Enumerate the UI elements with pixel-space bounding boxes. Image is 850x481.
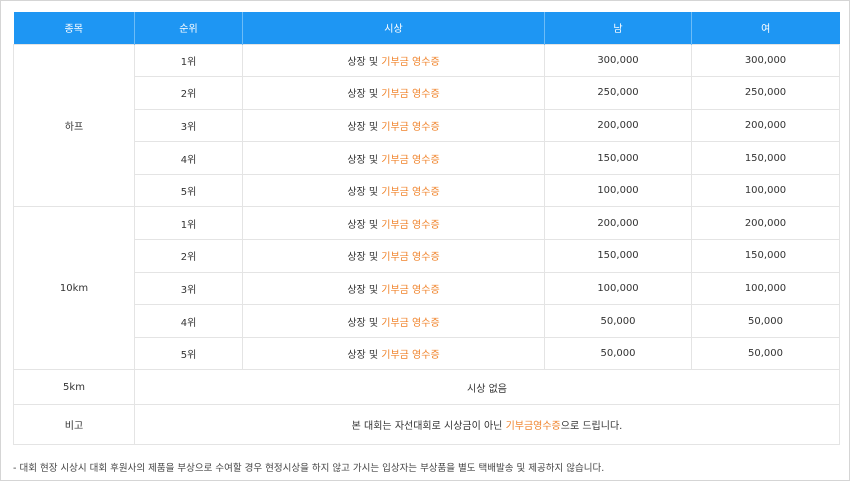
- female-prize: 150,000: [691, 239, 840, 273]
- female-prize: 150,000: [691, 141, 840, 175]
- rank-cell: 1위: [134, 43, 243, 78]
- header-award: 시상: [242, 12, 545, 44]
- award-highlight: 기부금 영수증: [381, 219, 440, 231]
- table-row: 5km 시상 없음: [13, 369, 840, 406]
- award-prefix: 상장 및: [347, 56, 379, 68]
- table-row: 3위 상장 및 기부금 영수증 200,000 200,000: [14, 108, 840, 143]
- female-prize: 250,000: [691, 76, 840, 110]
- award-cell: 상장 및 기부금 영수증: [242, 141, 545, 175]
- table-row: 10km 1위 상장 및 기부금 영수증 200,000 200,000: [13, 206, 840, 371]
- note-text: 본 대회는 자선대회로 시상금이 아닌 기부금영수증으로 드립니다.: [134, 404, 840, 446]
- rank-cell: 1위: [134, 206, 243, 241]
- male-prize: 100,000: [544, 173, 692, 208]
- award-highlight: 기부금 영수증: [381, 317, 440, 329]
- award-cell: 상장 및 기부금 영수증: [242, 76, 545, 110]
- male-prize: 150,000: [544, 141, 692, 175]
- award-cell: 상장 및 기부금 영수증: [242, 271, 545, 306]
- rank-cell: 5위: [134, 173, 243, 208]
- rank-cell: 5위: [134, 336, 243, 371]
- header-female: 여: [691, 12, 840, 44]
- female-prize: 100,000: [691, 271, 840, 306]
- rank-cell: 2위: [134, 76, 243, 110]
- award-prefix: 상장 및: [347, 284, 379, 296]
- female-prize: 200,000: [691, 108, 840, 143]
- award-cell: 상장 및 기부금 영수증: [242, 239, 545, 273]
- female-prize: 200,000: [691, 206, 840, 241]
- award-highlight: 기부금 영수증: [381, 350, 440, 362]
- rank-cell: 3위: [134, 108, 243, 143]
- note-after: 으로 드립니다.: [560, 421, 623, 433]
- event-half: 하프: [13, 43, 135, 208]
- award-cell: 상장 및 기부금 영수증: [242, 304, 545, 338]
- female-prize: 50,000: [691, 336, 840, 371]
- award-prefix: 상장 및: [347, 121, 379, 133]
- prize-table: 종목 순위 시상 남 여 하프 1위 상장 및 기부금 영수증 300,000 …: [13, 12, 840, 446]
- event-10km: 10km: [13, 206, 135, 371]
- male-prize: 150,000: [544, 239, 692, 273]
- page-frame: 종목 순위 시상 남 여 하프 1위 상장 및 기부금 영수증 300,000 …: [0, 0, 850, 481]
- table-row: 비고 본 대회는 자선대회로 시상금이 아닌 기부금영수증으로 드립니다.: [13, 404, 840, 446]
- award-prefix: 상장 및: [347, 89, 379, 101]
- footnote: - 대회 현장 시상시 대회 후원사의 제품을 부상으로 수여할 경우 현정시상…: [13, 463, 605, 474]
- note-before: 본 대회는 자선대회로 시상금이 아닌: [351, 421, 503, 433]
- female-prize: 50,000: [691, 304, 840, 338]
- male-prize: 100,000: [544, 271, 692, 306]
- male-prize: 250,000: [544, 76, 692, 110]
- award-highlight: 기부금 영수증: [381, 187, 440, 199]
- award-prefix: 상장 및: [347, 317, 379, 329]
- award-cell: 상장 및 기부금 영수증: [242, 206, 545, 241]
- rank-cell: 2위: [134, 239, 243, 273]
- award-prefix: 상장 및: [347, 187, 379, 199]
- rank-cell: 4위: [134, 304, 243, 338]
- table-row: 하프 1위 상장 및 기부금 영수증 300,000 300,000: [13, 43, 840, 208]
- note-highlight: 기부금영수증: [505, 421, 561, 433]
- award-cell: 상장 및 기부금 영수증: [242, 336, 545, 371]
- no-award-cell: 시상 없음: [134, 369, 840, 406]
- award-prefix: 상장 및: [347, 252, 379, 264]
- note-label: 비고: [13, 404, 135, 446]
- award-prefix: 상장 및: [347, 219, 379, 231]
- female-prize: 300,000: [691, 43, 840, 78]
- male-prize: 50,000: [544, 336, 692, 371]
- table-row: 4위 상장 및 기부금 영수증 50,000 50,000: [14, 304, 840, 338]
- table-row: 2위 상장 및 기부금 영수증 250,000 250,000: [14, 76, 840, 110]
- event-5km: 5km: [13, 369, 135, 406]
- award-highlight: 기부금 영수증: [381, 154, 440, 166]
- header-rank: 순위: [134, 12, 243, 44]
- male-prize: 200,000: [544, 108, 692, 143]
- male-prize: 200,000: [544, 206, 692, 241]
- male-prize: 300,000: [544, 43, 692, 78]
- rank-cell: 4위: [134, 141, 243, 175]
- table-row: 4위 상장 및 기부금 영수증 150,000 150,000: [14, 141, 840, 175]
- table-row: 5위 상장 및 기부금 영수증 100,000 100,000: [14, 173, 840, 208]
- award-highlight: 기부금 영수증: [381, 252, 440, 264]
- award-prefix: 상장 및: [347, 350, 379, 362]
- award-highlight: 기부금 영수증: [381, 121, 440, 133]
- award-highlight: 기부금 영수증: [381, 89, 440, 101]
- award-highlight: 기부금 영수증: [381, 56, 440, 68]
- award-highlight: 기부금 영수증: [381, 284, 440, 296]
- table-row: 3위 상장 및 기부금 영수증 100,000 100,000: [14, 271, 840, 306]
- award-cell: 상장 및 기부금 영수증: [242, 108, 545, 143]
- male-prize: 50,000: [544, 304, 692, 338]
- table-row: 5위 상장 및 기부금 영수증 50,000 50,000: [14, 336, 840, 371]
- award-prefix: 상장 및: [347, 154, 379, 166]
- header-event: 종목: [13, 12, 135, 44]
- rank-cell: 3위: [134, 271, 243, 306]
- award-cell: 상장 및 기부금 영수증: [242, 43, 545, 78]
- header-male: 남: [544, 12, 692, 44]
- table-header-row: 종목 순위 시상 남 여: [13, 12, 840, 44]
- female-prize: 100,000: [691, 173, 840, 208]
- award-cell: 상장 및 기부금 영수증: [242, 173, 545, 208]
- table-row: 2위 상장 및 기부금 영수증 150,000 150,000: [14, 239, 840, 273]
